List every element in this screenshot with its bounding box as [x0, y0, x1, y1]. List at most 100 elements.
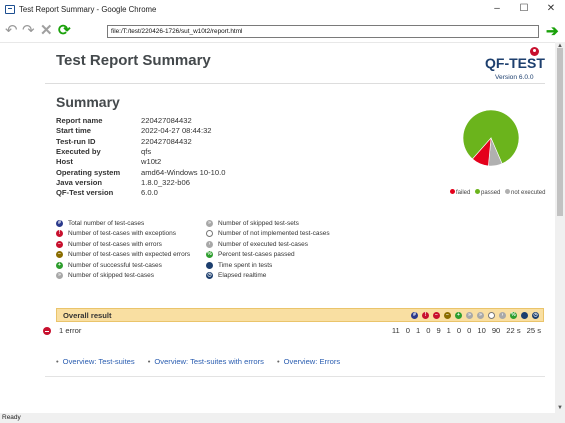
legend-text: Percent test-cases passed	[218, 251, 295, 259]
link-item: • Overview: Test-suites	[56, 357, 135, 366]
skipped-sets-icon: »	[206, 219, 213, 227]
go-arrow-icon[interactable]: ➔	[546, 22, 559, 40]
field-value: amd64-Windows 10-10.0	[141, 167, 226, 177]
address-bar[interactable]: file:/T:/test/220426-1726/sut_w10t2/repo…	[107, 25, 539, 38]
field-label: Java version	[56, 177, 103, 187]
total-icon: #	[56, 219, 63, 227]
legend-text: Number of executed test-cases	[218, 240, 308, 248]
legend-failed: failed	[456, 190, 471, 196]
result-count: 11	[391, 326, 400, 335]
summary-field: Executed by qfs	[56, 147, 151, 156]
result-count: 0	[467, 326, 472, 335]
summary-field: Java version 1.8.0_322-b06	[56, 178, 190, 187]
close-button[interactable]: ✕	[541, 3, 561, 14]
exception-icon: !	[422, 311, 429, 319]
link-item: • Overview: Test-suites with errors	[147, 357, 264, 366]
exception-icon: !	[56, 230, 63, 238]
legend-row: › Number of executed test-cases	[206, 239, 330, 250]
summary-field: Start time 2022-04-27 08:44:32	[56, 126, 212, 135]
legend-text: Number of test-cases with expected error…	[68, 251, 191, 259]
scroll-down-icon[interactable]: ▼	[557, 405, 563, 411]
skipped-icon: »	[56, 272, 63, 280]
success-icon: +	[56, 261, 63, 269]
legend-row: − Number of test-cases with errors	[56, 239, 190, 250]
summary-field: Operating system amd64-Windows 10-10.0	[56, 168, 225, 177]
legend-row: » Number of skipped test-sets	[206, 218, 330, 229]
forward-icon[interactable]: ↷	[22, 22, 35, 40]
legend-row: % Percent test-cases passed	[206, 250, 330, 261]
icon-legend-left: # Total number of test-cases! Number of te…	[56, 218, 190, 281]
summary-heading: Summary	[56, 94, 120, 110]
status-bar: Ready	[0, 413, 565, 423]
field-label: QF-Test version	[56, 188, 114, 198]
result-pie-chart	[462, 109, 520, 167]
overall-result-label: Overall result	[63, 311, 112, 320]
overview-links: • Overview: Test-suites • Overview: Test-s…	[56, 357, 340, 366]
not-implemented-icon	[488, 311, 495, 319]
legend-text: Elapsed realtime	[218, 272, 267, 280]
result-count: 0	[405, 326, 410, 335]
legend-row: » Number of skipped test-cases	[56, 271, 190, 282]
legend-text: Number of skipped test-sets	[218, 219, 299, 227]
legend-row: ◷ Elapsed realtime	[206, 271, 330, 282]
maximize-button[interactable]: ☐	[514, 3, 534, 14]
summary-field: Report name 220427084432	[56, 116, 192, 125]
legend-row: Number of not implemented test-cases	[206, 229, 330, 240]
link-errors[interactable]: Overview: Errors	[284, 357, 341, 366]
pie-legend: failed passed not executed	[447, 189, 545, 196]
legend-text: Number of test-cases with exceptions	[68, 230, 177, 238]
error-count-text: 1 error	[59, 326, 82, 335]
minimize-button[interactable]: –	[487, 3, 507, 14]
summary-field: QF-Test version 6.0.0	[56, 188, 158, 197]
window-title: Test Report Summary - Google Chrome	[19, 5, 157, 14]
link-test-suites-errors[interactable]: Overview: Test-suites with errors	[154, 357, 264, 366]
skipped-icon: »	[466, 311, 473, 319]
overall-result-bar: Overall result #! − − +»» ›% ◷	[56, 308, 544, 322]
back-icon[interactable]: ↶	[5, 22, 18, 40]
error-result-row: 1 error 11 0 1 0 9 1 0 0 10 90 22 s 25 s	[43, 326, 543, 338]
link-test-suites[interactable]: Overview: Test-suites	[63, 357, 135, 366]
field-value: 2022-04-27 08:44:32	[141, 126, 212, 136]
success-icon: +	[455, 311, 462, 319]
legend-text: Number of not implemented test-cases	[218, 230, 330, 238]
result-count: 0	[456, 326, 462, 335]
vertical-scrollbar[interactable]: ▲ ▼	[555, 42, 565, 413]
result-count: 22 s	[506, 326, 521, 335]
not-executed-dot-icon	[505, 189, 511, 194]
time-icon	[206, 261, 213, 269]
legend-text: Number of skipped test-cases	[68, 272, 154, 280]
time-icon	[521, 311, 528, 319]
expected-error-icon: −	[444, 311, 451, 319]
qftest-logo: QF-TEST	[485, 55, 545, 71]
error-icon	[43, 327, 51, 335]
realtime-icon: ◷	[206, 272, 213, 280]
field-label: Report name	[56, 116, 103, 125]
legend-passed: passed	[481, 190, 501, 196]
failed-dot-icon	[450, 189, 455, 194]
reload-icon[interactable]: ⟳	[58, 22, 71, 40]
legend-row: + Number of successful test-cases	[56, 260, 190, 271]
field-label: Executed by	[56, 146, 101, 156]
percent-icon: %	[206, 251, 213, 259]
field-value: 6.0.0	[141, 188, 158, 198]
footer-divider	[45, 376, 545, 377]
legend-text: Number of successful test-cases	[68, 261, 162, 269]
scroll-thumb[interactable]	[557, 48, 563, 216]
legend-row: − Number of test-cases with expected erro…	[56, 250, 190, 261]
legend-row: ! Number of test-cases with exceptions	[56, 229, 190, 240]
realtime-icon: ◷	[532, 311, 539, 319]
result-counts: 11 0 1 0 9 1 0 0 10 90 22 s 25 s	[392, 326, 541, 335]
total-icon: #	[411, 311, 418, 319]
result-count: 9	[436, 326, 441, 335]
result-count: 0	[426, 326, 431, 335]
result-count: 1	[415, 326, 421, 335]
stop-icon[interactable]: ✕	[40, 22, 53, 40]
legend-text: Total number of test-cases	[68, 219, 145, 227]
result-count: 25 s	[526, 326, 541, 335]
result-column-icons: #! − − +»» ›% ◷	[411, 311, 539, 319]
percent-icon: %	[510, 311, 517, 319]
expected-error-icon: −	[56, 251, 63, 259]
error-icon: −	[56, 240, 63, 248]
skipped-sets-icon: »	[477, 311, 484, 319]
field-label: Host	[56, 157, 73, 167]
